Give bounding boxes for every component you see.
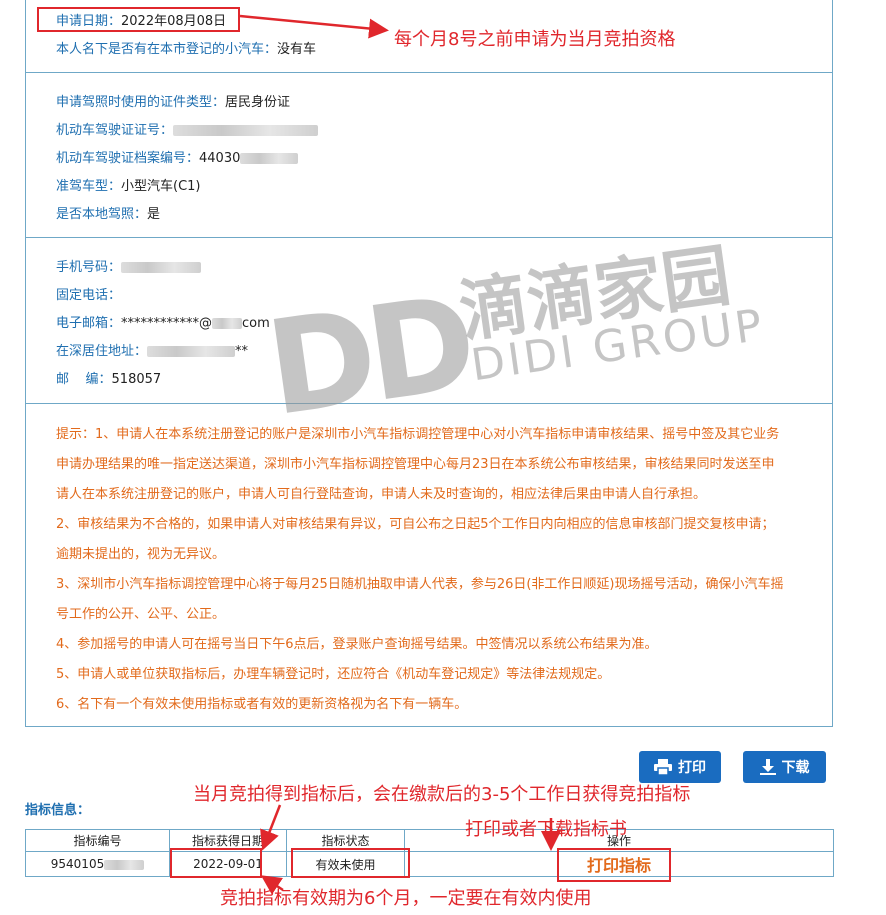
landline-row: 固定电话：: [56, 284, 121, 303]
license-no-row: 机动车驾驶证证号：: [56, 119, 319, 138]
indicator-no-cell: 9540105: [25, 851, 170, 877]
tip-line-3: 请人在本系统注册登记的账户，申请人可自行登陆查询，申请人未及时查询的，相应法律后…: [56, 487, 707, 502]
id-type-value: 居民身份证: [225, 95, 291, 110]
highlight-indicator-status: [291, 848, 410, 878]
license-class-label: 准驾车型：: [56, 179, 122, 194]
email-prefix: ************@: [121, 316, 213, 331]
file-no-blurred: [240, 153, 299, 164]
download-icon: [759, 759, 776, 775]
highlight-apply-date: [37, 7, 240, 32]
file-no-label: 机动车驾驶证档案编号：: [56, 151, 200, 166]
license-class-row: 准驾车型：小型汽车(C1): [56, 175, 201, 194]
print-button-label: 打印: [678, 760, 706, 776]
local-license-label: 是否本地驾照：: [56, 207, 148, 222]
zip-value: 518057: [111, 372, 162, 387]
car-ownership-row: 本人名下是否有在本市登记的小汽车：没有车: [56, 38, 316, 57]
print-button[interactable]: 打印: [639, 751, 721, 783]
indicator-section-title: 指标信息：: [25, 803, 91, 818]
local-license-value: 是: [147, 207, 161, 222]
tip-line-10: 6、名下有一个有效未使用指标或者有效的更新资格视为名下有一辆车。: [56, 697, 468, 712]
tip-line-9: 5、申请人或单位获取指标后，办理车辆登记时，还应符合《机动车登记规定》等法律法规…: [56, 667, 611, 682]
id-type-label: 申请驾照时使用的证件类型：: [56, 95, 226, 110]
highlight-indicator-date: [170, 848, 262, 878]
car-ownership-value: 没有车: [277, 42, 317, 57]
tip-line-5: 逾期未提出的，视为无异议。: [56, 547, 226, 562]
tip-line-6: 3、深圳市小汽车指标调控管理中心将于每月25日随机抽取申请人代表，参与26日(非…: [56, 577, 784, 592]
landline-label: 固定电话：: [56, 288, 122, 303]
annotation-apply-deadline: 每个月8号之前申请为当月竞拍资格: [394, 29, 676, 50]
annotation-validity: 竞拍指标有效期为6个月，一定要在有效内使用: [220, 888, 592, 909]
mobile-label: 手机号码：: [56, 260, 122, 275]
tip-line-2: 申请办理结果的唯一指定送达渠道，深圳市小汽车指标调控管理中心每月23日在本系统公…: [56, 457, 775, 472]
id-type-row: 申请驾照时使用的证件类型：居民身份证: [56, 91, 290, 110]
local-license-row: 是否本地驾照：是: [56, 203, 160, 222]
zip-row: 邮 编：518057: [56, 368, 161, 387]
download-button-label: 下载: [781, 760, 810, 776]
tip-line-8: 4、参加摇号的申请人可在摇号当日下午6点后，登录账户查询摇号结果。中签情况以系统…: [56, 637, 658, 652]
address-row: 在深居住地址： **: [56, 340, 248, 359]
col-indicator-no: 指标编号: [25, 829, 170, 852]
email-blurred: [212, 318, 243, 329]
indicator-table: 指标编号 指标获得日期 指标状态 操作 9540105 2022-09-01 有…: [25, 829, 834, 877]
tip-line-1: 提示：1、申请人在本系统注册登记的账户是深圳市小汽车指标调控管理中心对小汽车指标…: [56, 427, 780, 442]
indicator-table-header: 指标编号 指标获得日期 指标状态 操作: [25, 829, 834, 852]
license-class-value: 小型汽车(C1): [121, 179, 201, 194]
address-blurred: [147, 346, 236, 357]
license-no-blurred: [173, 125, 319, 136]
zip-label: 邮 编：: [56, 372, 112, 387]
address-label: 在深居住地址：: [56, 344, 148, 359]
email-label: 电子邮箱：: [56, 316, 122, 331]
file-no-row: 机动车驾驶证档案编号：44030: [56, 147, 299, 166]
printer-icon: [654, 759, 672, 775]
address-suffix: **: [235, 344, 249, 359]
file-no-value: 44030: [199, 151, 241, 166]
highlight-print-indicator: [557, 848, 671, 882]
indicator-no-blurred: [104, 859, 145, 870]
indicator-no: 9540105: [50, 857, 105, 871]
tip-line-4: 2、审核结果为不合格的，如果申请人对审核结果有异议，可自公布之日起5个工作日内向…: [56, 517, 775, 532]
license-no-label: 机动车驾驶证证号：: [56, 123, 174, 138]
car-ownership-label: 本人名下是否有在本市登记的小汽车：: [56, 42, 278, 57]
download-button[interactable]: 下载: [743, 751, 826, 783]
email-row: 电子邮箱：************@ com: [56, 312, 270, 331]
mobile-blurred: [121, 262, 202, 273]
annotation-print-download: 打印或者下载指标书: [465, 819, 627, 840]
table-row: 9540105 2022-09-01 有效未使用 打印指标: [25, 851, 834, 877]
annotation-indicator-timing: 当月竞拍得到指标后，会在缴款后的3-5个工作日获得竞拍指标: [193, 784, 691, 805]
tip-line-7: 号工作的公开、公平、公正。: [56, 607, 226, 622]
watermark-logo: DD: [258, 266, 478, 446]
mobile-row: 手机号码：: [56, 256, 202, 275]
